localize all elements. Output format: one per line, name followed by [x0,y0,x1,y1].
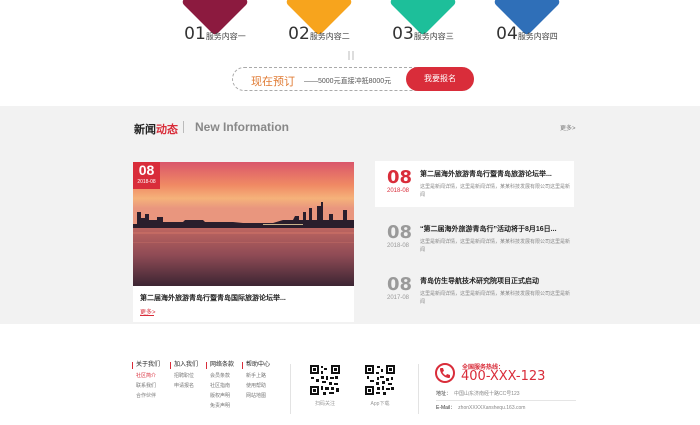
phone-icon [435,363,455,383]
footer-column-head[interactable]: 关于我们 [132,362,160,369]
hotline-number[interactable]: 400-XXX-123 [461,369,545,384]
service-number: 01 [184,24,206,44]
pause-icon[interactable] [348,51,354,60]
footer-link[interactable]: 新手上路 [242,373,270,379]
footer-column-help: 帮助中心 新手上路 使用帮助 网站地图 [242,362,270,399]
footer-link[interactable]: 社区指南 [206,383,234,389]
address-value: 中国山东济南经十路CC号123 [454,391,520,397]
footer-divider [418,364,419,414]
footer-link[interactable]: 网站地图 [242,393,270,399]
address-line: 地址： 中国山东济南经十路CC号123 [436,390,520,397]
footer-column-join: 加入我们 招聘职位 申请报名 [170,362,198,389]
featured-news-title[interactable]: 第二届海外旅游青岛行暨青岛国际旅游论坛举... [140,293,286,303]
footer-link[interactable]: 联系我们 [132,383,160,389]
news-yearmonth: 2018-08 [387,243,410,249]
footer-link[interactable]: 免责声明 [206,403,234,409]
news-title[interactable]: 第二届海外旅游青岛行暨青岛旅游论坛举... [420,169,552,179]
service-number: 02 [288,24,310,44]
news-day: 08 [387,167,413,188]
news-yearmonth: 2017-08 [387,295,410,301]
service-number: 04 [496,24,518,44]
email-key: E-Mail： [436,405,456,411]
footer-divider [290,364,291,414]
email-line: E-Mail： zhonXXXXXanshequ.163.com [436,404,525,411]
promo-text: ——5000元直接冲抵8000元 [304,78,392,85]
footer-column-head[interactable]: 帮助中心 [242,362,270,369]
featured-date-badge: 08 2018-08 [133,162,160,189]
qr-code-app [364,364,396,396]
sunset-city-image [133,162,354,286]
news-day: 08 [387,222,413,243]
footer-column-head[interactable]: 网络条款 [206,362,234,369]
address-key: 地址： [436,391,452,397]
heading-divider [183,121,184,133]
footer-column-about: 关于我们 社区简介 联系我们 合作伙伴 [132,362,160,399]
footer-link[interactable]: 申请报名 [170,383,198,389]
qr-code-follow [309,364,341,396]
service-label: 服务内容四 [517,32,558,41]
qr-code-icon [364,364,396,396]
news-day: 08 [387,274,413,295]
services-section: 01服务内容一 02服务内容二 03服务内容三 04服务内容四 现在预订 ——5… [0,0,700,106]
news-heading-en: New Information [195,120,290,134]
footer-link[interactable]: 版权声明 [206,393,234,399]
news-heading: 新闻动态 [134,124,178,136]
more-underline [140,315,154,316]
news-list-item[interactable]: 08 2017-08 青岛仿生导航技术研究院项目正式启动 这里是新闻详情，这里是… [375,268,574,314]
news-yearmonth: 2018-08 [387,188,410,194]
site-footer: 关于我们 社区简介 联系我们 合作伙伴 加入我们 招聘职位 申请报名 网络条款 … [0,324,700,425]
email-value[interactable]: zhonXXXXXanshequ.163.com [458,405,525,411]
news-section: 新闻动态 New Information 更多> 08 2018-08 第二届海… [0,106,700,324]
promo-highlight: 现在预订 [251,76,295,88]
service-label: 服务内容一 [205,32,246,41]
service-number: 03 [392,24,414,44]
service-label: 服务内容三 [413,32,454,41]
footer-link[interactable]: 会员条款 [206,373,234,379]
news-title[interactable]: “第二届海外旅游青岛行”活动将于8月16日... [420,224,557,234]
featured-news-card[interactable]: 08 2018-08 第二届海外旅游青岛行暨青岛国际旅游论坛举... 更多> [133,162,354,322]
featured-news-image[interactable]: 08 2018-08 [133,162,354,286]
footer-link[interactable]: 招聘职位 [170,373,198,379]
news-desc: 这里是新闻详情，这里是新闻详情，某某科技发展有限公司这里是新闻 [420,239,571,253]
news-list-item[interactable]: 08 2018-08 “第二届海外旅游青岛行”活动将于8月16日... 这里是新… [375,216,574,262]
footer-link[interactable]: 社区简介 [132,373,160,379]
footer-link[interactable]: 合作伙伴 [132,393,160,399]
qr-caption: App下载 [370,401,390,407]
qr-caption: 扫码关注 [314,401,335,407]
news-list-item[interactable]: 08 2018-08 第二届海外旅游青岛行暨青岛旅游论坛举... 这里是新闻详情… [375,161,574,207]
news-desc: 这里是新闻详情，这里是新闻详情，某某科技发展有限公司这里是新闻 [420,291,571,305]
news-more-link[interactable]: 更多> [560,123,576,132]
footer-column-head[interactable]: 加入我们 [170,362,198,369]
qr-code-icon [309,364,341,396]
service-label: 服务内容二 [309,32,350,41]
register-button[interactable]: 我要报名 [406,67,474,91]
promo-banner: 现在预订 ——5000元直接冲抵8000元 我要报名 [232,67,474,91]
footer-rule [436,400,576,401]
news-title[interactable]: 青岛仿生导航技术研究院项目正式启动 [420,276,539,286]
news-desc: 这里是新闻详情，这里是新闻详情，某某科技发展有限公司这里是新闻 [420,184,571,198]
footer-column-terms: 网络条款 会员条款 社区指南 版权声明 免责声明 [206,362,234,409]
footer-link[interactable]: 使用帮助 [242,383,270,389]
